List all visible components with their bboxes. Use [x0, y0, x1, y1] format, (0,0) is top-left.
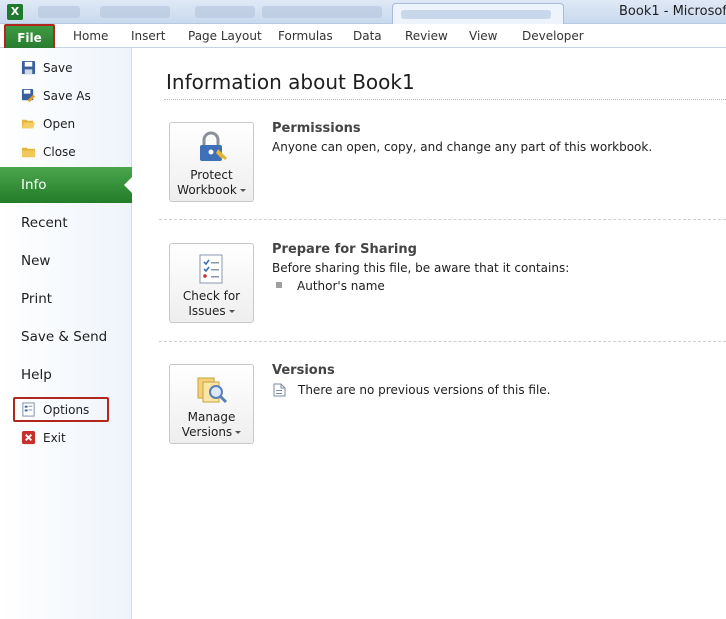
blurred-title-area-3	[262, 6, 382, 18]
save-label: Save	[43, 61, 73, 75]
tab-review[interactable]: Review	[405, 29, 448, 43]
prepare-sharing-description: Before sharing this file, be aware that …	[272, 261, 570, 275]
tab-help[interactable]: Help	[0, 357, 132, 393]
dropdown-caret-icon	[228, 310, 235, 313]
check-for-issues-line1: Check for	[182, 289, 241, 303]
file-tab[interactable]: File	[4, 24, 55, 50]
permissions-description: Anyone can open, copy, and change any pa…	[272, 140, 653, 154]
tab-developer[interactable]: Developer	[522, 29, 584, 43]
open-folder-icon	[21, 119, 36, 129]
window-title: Book1 - Microsoft E	[619, 4, 726, 19]
manage-versions-line1: Manage	[187, 410, 236, 424]
blurred-title-area-2	[195, 6, 255, 18]
excel-app-icon[interactable]: X	[7, 4, 23, 20]
dropdown-caret-icon	[235, 431, 242, 434]
permissions-title: Permissions	[272, 121, 361, 136]
close-label: Close	[43, 145, 76, 159]
versions-magnifier-icon	[197, 377, 228, 404]
tab-info-label: Info	[21, 177, 47, 193]
save-as-label: Save As	[43, 89, 91, 103]
check-for-issues-line2: Issues	[188, 304, 226, 318]
save-as-command[interactable]: Save As	[0, 83, 132, 109]
tab-help-label: Help	[21, 367, 52, 383]
tab-home[interactable]: Home	[73, 29, 108, 43]
lock-keys-icon	[200, 131, 227, 161]
title-divider	[164, 99, 726, 100]
close-command[interactable]: Close	[0, 139, 132, 165]
versions-description: There are no previous versions of this f…	[298, 383, 551, 397]
blurred-title-area	[100, 6, 170, 18]
check-for-issues-button[interactable]: Check for Issues	[169, 243, 254, 323]
tab-save-send-label: Save & Send	[21, 329, 108, 345]
save-icon	[21, 60, 36, 75]
save-command[interactable]: Save	[0, 55, 132, 81]
tab-save-send[interactable]: Save & Send	[0, 319, 132, 355]
protect-workbook-line2: Workbook	[177, 183, 237, 197]
tab-new-label: New	[21, 253, 51, 269]
blurred-window-tab[interactable]	[392, 3, 564, 24]
manage-versions-button[interactable]: Manage Versions	[169, 364, 254, 444]
tab-data[interactable]: Data	[353, 29, 382, 43]
title-bar: X Book1 - Microsoft E	[0, 0, 726, 24]
exit-label: Exit	[43, 431, 66, 445]
authors-name-item: Author's name	[297, 279, 385, 293]
close-folder-icon	[21, 147, 36, 158]
open-label: Open	[43, 117, 76, 131]
tab-formulas[interactable]: Formulas	[278, 29, 333, 43]
bullet-icon	[276, 282, 282, 288]
tab-view[interactable]: View	[469, 29, 497, 43]
open-command[interactable]: Open	[0, 111, 132, 137]
options-highlight-box	[13, 397, 109, 422]
save-as-icon	[21, 88, 36, 103]
checklist-icon	[199, 254, 223, 284]
document-icon	[273, 383, 286, 397]
tab-page-layout[interactable]: Page Layout	[188, 29, 262, 43]
ribbon-tab-bar: File Home Insert Page Layout Formulas Da…	[0, 24, 726, 50]
section-divider	[159, 341, 726, 342]
exit-command[interactable]: Exit	[0, 425, 132, 451]
versions-title: Versions	[272, 363, 335, 378]
exit-icon	[21, 430, 36, 445]
tab-recent[interactable]: Recent	[0, 205, 132, 241]
manage-versions-line2: Versions	[181, 425, 233, 439]
dropdown-caret-icon	[239, 189, 246, 192]
page-title: Information about Book1	[166, 70, 415, 94]
section-divider	[159, 219, 726, 220]
tab-new[interactable]: New	[0, 243, 132, 279]
tab-recent-label: Recent	[21, 215, 68, 231]
tab-info[interactable]: Info	[0, 167, 132, 203]
protect-workbook-button[interactable]: Protect Workbook	[169, 122, 254, 202]
quick-access-toolbar[interactable]	[38, 6, 80, 18]
protect-workbook-line1: Protect	[190, 168, 233, 182]
prepare-sharing-title: Prepare for Sharing	[272, 242, 417, 257]
tab-insert[interactable]: Insert	[131, 29, 165, 43]
tab-print-label: Print	[21, 291, 53, 307]
tab-print[interactable]: Print	[0, 281, 132, 317]
